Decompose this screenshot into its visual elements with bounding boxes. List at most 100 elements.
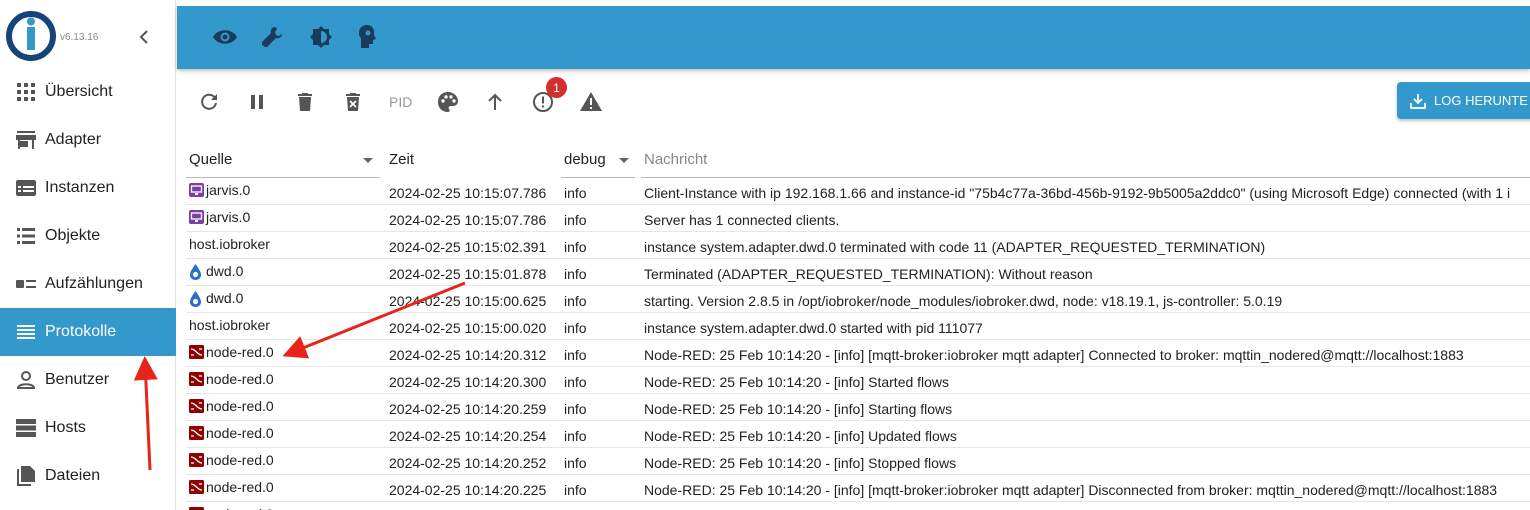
- table-row[interactable]: node-red.0 2024-02-25 10:14:20.312 info Nod…: [186, 340, 1530, 367]
- sidebar-item-label: Aufzählungen: [45, 275, 143, 292]
- expert-mode-icon[interactable]: [355, 24, 381, 50]
- column-header-time: Zeit: [389, 151, 415, 168]
- log-source: node-red.0: [189, 398, 274, 414]
- log-source: node-red.0: [189, 344, 274, 360]
- clear-log-icon[interactable]: [340, 89, 366, 115]
- pid-toggle[interactable]: PID: [389, 94, 412, 110]
- log-time: 2024-02-25 10:14:20.252: [389, 455, 547, 471]
- sidebar-item-dateien[interactable]: Dateien: [0, 452, 176, 500]
- sidebar-item-adapter[interactable]: Adapter: [0, 116, 176, 164]
- log-message: Node-RED: 25 Feb 10:14:20 - [info] [mqtt…: [644, 347, 1464, 363]
- log-source-label: dwd.0: [206, 290, 244, 306]
- log-source-label: jarvis.0: [206, 209, 251, 225]
- chevron-left-icon[interactable]: [136, 28, 152, 46]
- severity-dropdown-icon[interactable]: [619, 158, 629, 163]
- log-message: Node-RED: 25 Feb 10:14:20 - [info] Start…: [644, 401, 953, 417]
- log-source-label: jarvis.0: [206, 182, 251, 198]
- log-source: node-red.0: [189, 452, 274, 468]
- log-source-label: node-red.0: [206, 344, 274, 360]
- log-source-label: dwd.0: [206, 263, 244, 279]
- hosts-icon: [16, 418, 36, 438]
- download-log-label: LOG HERUNTE: [1434, 93, 1528, 108]
- log-source-label: node-red.0: [206, 371, 274, 387]
- list-icon: [16, 226, 36, 246]
- instances-icon: [16, 178, 36, 198]
- node-red-adapter-icon: [189, 426, 204, 440]
- wrench-icon[interactable]: [259, 24, 285, 50]
- log-source: jarvis.0: [189, 209, 250, 225]
- table-row[interactable]: dwd.0 2024-02-25 10:15:00.625 info starting…: [186, 286, 1530, 313]
- message-filter-input[interactable]: Nachricht: [644, 151, 707, 168]
- sidebar-item-label: Übersicht: [45, 83, 113, 100]
- refresh-icon[interactable]: [196, 89, 222, 115]
- table-row[interactable]: node-red.0 2024-02-25 10:14:20.252 info Nod…: [186, 448, 1530, 475]
- brightness-icon[interactable]: [308, 24, 334, 50]
- log-source-label: host.iobroker: [189, 317, 270, 333]
- table-row[interactable]: jarvis.0 2024-02-25 10:15:07.786 info Clien…: [186, 178, 1530, 205]
- log-severity: info: [564, 320, 587, 336]
- log-source-label: host.iobroker: [189, 236, 270, 252]
- log-message: starting. Version 2.8.5 in /opt/iobroker…: [644, 293, 1283, 309]
- eye-icon[interactable]: [212, 24, 238, 50]
- severity-filter-select[interactable]: debug: [564, 151, 606, 168]
- table-row[interactable]: node-red.0 2024-02-25 10:14:20.225 info Nod…: [186, 475, 1530, 502]
- table-row[interactable]: dwd.0 2024-02-25 10:15:01.878 info Terminat…: [186, 259, 1530, 286]
- log-source-label: node-red.0: [206, 425, 274, 441]
- log-severity: info: [564, 374, 587, 390]
- sidebar: v6.13.16 Übersicht Adapter Instanzen Obj…: [0, 0, 176, 510]
- log-source-label: node-red.0: [206, 506, 274, 510]
- store-icon: [16, 130, 36, 150]
- log-time: 2024-02-25 10:15:07.786: [389, 185, 547, 201]
- log-source: node-red.0: [189, 479, 274, 495]
- log-message: Node-RED: 25 Feb 10:14:20 - [info] Updat…: [644, 428, 957, 444]
- log-source: dwd.0: [189, 290, 244, 307]
- table-row[interactable]: node-red.0 2024-02-25 10:14:20.254 info Nod…: [186, 421, 1530, 448]
- table-row[interactable]: node-red.0 2024-02-25 10:14:20.300 info Nod…: [186, 367, 1530, 394]
- log-message: Node-RED: 25 Feb 10:14:20 - [info] [mqtt…: [644, 482, 1498, 498]
- log-severity: info: [564, 455, 587, 471]
- table-row[interactable]: jarvis.0 2024-02-25 10:15:07.786 info Serve…: [186, 205, 1530, 232]
- sidebar-item-benutzer[interactable]: Benutzer: [0, 356, 176, 404]
- palette-icon[interactable]: [435, 89, 461, 115]
- sidebar-item-objekte[interactable]: Objekte: [0, 212, 176, 260]
- log-source: dwd.0: [189, 263, 244, 280]
- sidebar-item-label: Dateien: [45, 467, 101, 484]
- log-time: 2024-02-25 10:15:00.020: [389, 320, 547, 336]
- pause-icon[interactable]: [244, 89, 270, 115]
- log-time: 2024-02-25 10:14:20.300: [389, 374, 547, 390]
- sidebar-item-aufzaehlungen[interactable]: Aufzählungen: [0, 260, 176, 308]
- sidebar-item-uebersicht[interactable]: Übersicht: [0, 68, 176, 116]
- node-red-adapter-icon: [189, 372, 204, 386]
- log-source: host.iobroker: [189, 317, 270, 333]
- log-severity: info: [564, 239, 587, 255]
- sidebar-item-protokolle[interactable]: Protokolle: [0, 308, 176, 356]
- download-log-button[interactable]: LOG HERUNTE: [1397, 82, 1530, 119]
- log-time: 2024-02-25 10:15:07.786: [389, 212, 547, 228]
- log-message: instance system.adapter.dwd.0 started wi…: [644, 320, 983, 336]
- enum-icon: [16, 274, 36, 294]
- iobroker-logo[interactable]: [5, 10, 57, 62]
- jarvis-adapter-icon: [189, 183, 204, 197]
- log-source: node-red.0: [189, 506, 274, 510]
- column-header-source[interactable]: Quelle: [189, 151, 232, 168]
- log-message: Server has 1 connected clients.: [644, 212, 840, 228]
- alert-triangle-icon[interactable]: [578, 89, 604, 115]
- app-header: [177, 6, 1530, 69]
- arrow-up-icon[interactable]: [482, 89, 508, 115]
- log-severity: info: [564, 401, 587, 417]
- log-time: 2024-02-25 10:15:01.878: [389, 266, 547, 282]
- delete-icon[interactable]: [292, 89, 318, 115]
- log-severity: info: [564, 266, 587, 282]
- log-severity: info: [564, 212, 587, 228]
- log-message: Client-Instance with ip 192.168.1.66 and…: [644, 185, 1511, 201]
- table-row[interactable]: host.iobroker 2024-02-25 10:15:00.020 info…: [186, 313, 1530, 340]
- sidebar-item-hosts[interactable]: Hosts: [0, 404, 176, 452]
- source-filter-dropdown-icon[interactable]: [363, 158, 373, 163]
- table-row[interactable]: host.iobroker 2024-02-25 10:15:02.391 info…: [186, 232, 1530, 259]
- table-row[interactable]: node-red.0: [186, 502, 1530, 510]
- brand: v6.13.16: [0, 0, 175, 72]
- dwd-adapter-icon: [189, 291, 204, 307]
- node-red-adapter-icon: [189, 453, 204, 467]
- table-row[interactable]: node-red.0 2024-02-25 10:14:20.259 info Nod…: [186, 394, 1530, 421]
- sidebar-item-instanzen[interactable]: Instanzen: [0, 164, 176, 212]
